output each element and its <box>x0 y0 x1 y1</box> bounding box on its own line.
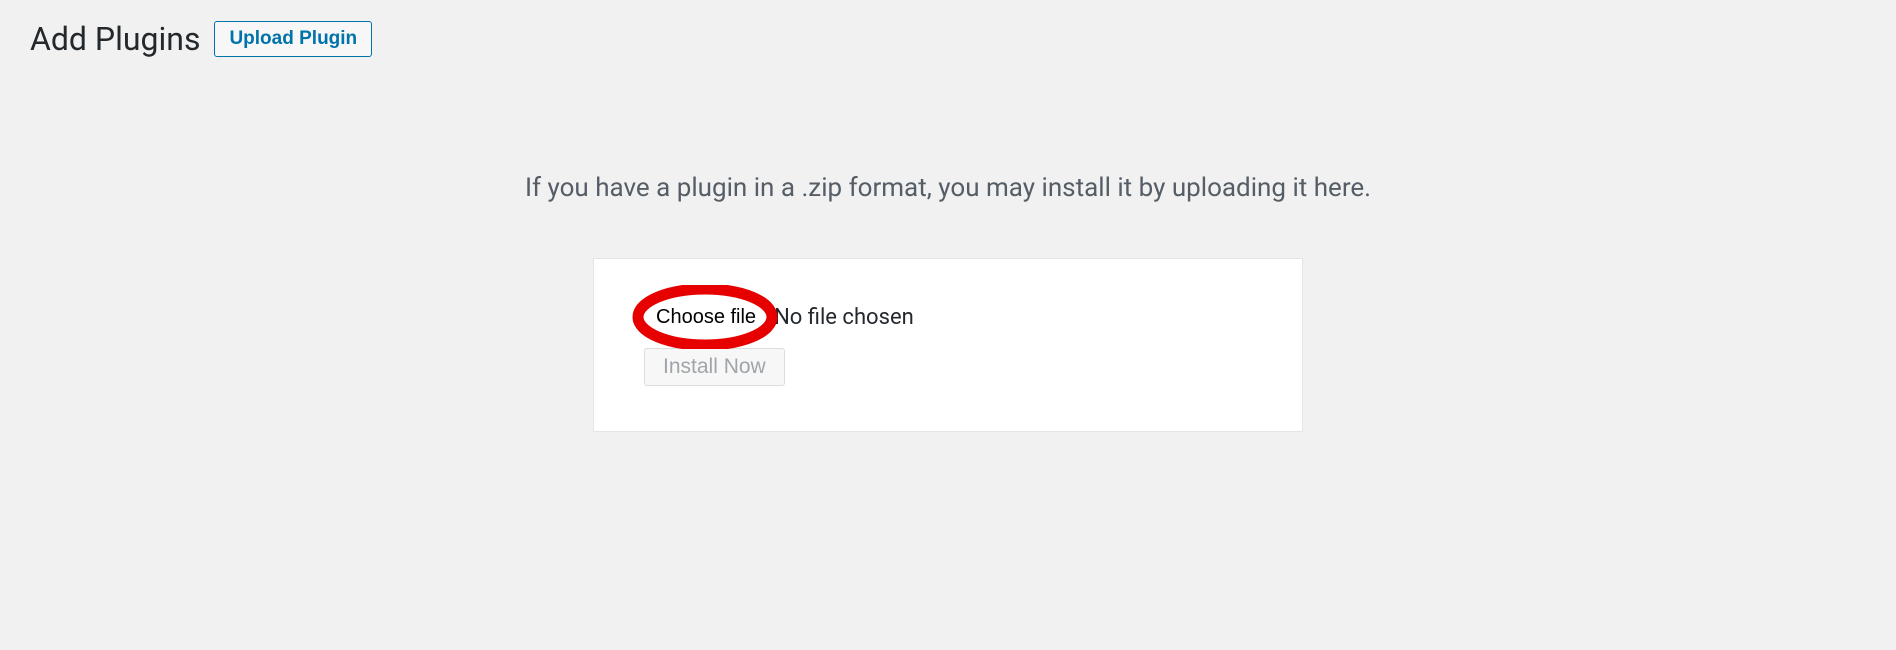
file-input-row: Choose file No file chosen <box>644 299 1252 336</box>
upload-description: If you have a plugin in a .zip format, y… <box>525 173 1371 203</box>
header-row: Add Plugins Upload Plugin <box>30 20 1866 58</box>
choose-file-button[interactable]: Choose file <box>644 299 768 336</box>
no-file-chosen-text: No file chosen <box>774 305 914 330</box>
main-area: If you have a plugin in a .zip format, y… <box>30 118 1866 432</box>
upload-panel: Choose file No file chosen Install Now <box>593 258 1303 432</box>
choose-file-wrapper: Choose file <box>644 299 768 336</box>
install-now-button[interactable]: Install Now <box>644 348 785 386</box>
page-title: Add Plugins <box>30 20 200 58</box>
upload-plugin-button[interactable]: Upload Plugin <box>214 21 372 57</box>
